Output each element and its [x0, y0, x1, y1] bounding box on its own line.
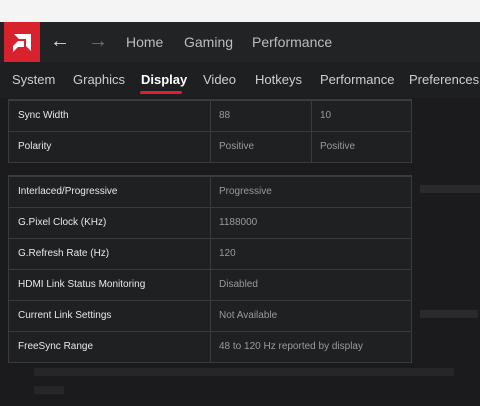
row-label: FreeSync Range — [18, 341, 94, 352]
row-value: Positive — [320, 141, 356, 152]
row-label: Sync Width — [18, 110, 69, 121]
table-row: HDMI Link Status Monitoring Disabled — [9, 269, 411, 300]
background-shape — [34, 386, 64, 394]
row-value: 120 — [219, 248, 236, 259]
row-value: 88 — [219, 110, 231, 121]
background-shape — [420, 310, 478, 318]
table-row: Sync Width 88 10 — [9, 100, 411, 131]
row-label: G.Refresh Rate (Hz) — [18, 248, 110, 259]
forward-arrow-icon[interactable]: → — [88, 30, 108, 52]
background-shape — [420, 185, 480, 193]
row-label: Interlaced/Progressive — [18, 186, 118, 197]
amd-logo-icon — [13, 34, 31, 52]
tab-display[interactable]: Display — [141, 72, 187, 87]
row-value: 1188000 — [219, 217, 258, 228]
tab-hotkeys[interactable]: Hotkeys — [255, 72, 302, 87]
display-info-table: Interlaced/Progressive Progressive G.Pix… — [8, 175, 412, 363]
background-shape — [34, 368, 454, 376]
row-value: Progressive — [219, 186, 272, 197]
table-row: G.Pixel Clock (KHz) 1188000 — [9, 207, 411, 238]
row-value: Positive — [219, 141, 255, 152]
tab-performance[interactable]: Performance — [320, 72, 394, 87]
nav-home[interactable]: Home — [126, 34, 163, 50]
window-top-strip — [0, 0, 480, 22]
row-label: Polarity — [18, 141, 52, 152]
row-label: HDMI Link Status Monitoring — [18, 279, 146, 290]
nav-gaming[interactable]: Gaming — [184, 34, 233, 50]
row-value: Disabled — [219, 279, 258, 290]
row-value: 10 — [320, 110, 332, 121]
table-row: G.Refresh Rate (Hz) 120 — [9, 238, 411, 269]
table-row: Interlaced/Progressive Progressive — [9, 176, 411, 207]
tab-system[interactable]: System — [12, 72, 55, 87]
top-header-bar — [0, 22, 480, 62]
tab-preferences[interactable]: Preferences — [409, 72, 479, 87]
tab-bar — [0, 62, 480, 98]
table-row: Current Link Settings Not Available — [9, 300, 411, 331]
row-value: 48 to 120 Hz reported by display — [219, 341, 363, 352]
back-arrow-icon[interactable]: ← — [50, 30, 70, 52]
nav-performance[interactable]: Performance — [252, 34, 332, 50]
tab-video[interactable]: Video — [203, 72, 236, 87]
row-value: Not Available — [219, 310, 278, 321]
table-row: Polarity Positive Positive — [9, 131, 411, 162]
amd-logo[interactable] — [4, 22, 40, 62]
active-tab-indicator — [140, 91, 182, 94]
sync-settings-table: Sync Width 88 10 Polarity Positive Posit… — [8, 99, 412, 163]
row-label: Current Link Settings — [18, 310, 112, 321]
row-label: G.Pixel Clock (KHz) — [18, 217, 107, 228]
table-row: FreeSync Range 48 to 120 Hz reported by … — [9, 331, 411, 362]
tab-graphics[interactable]: Graphics — [73, 72, 125, 87]
